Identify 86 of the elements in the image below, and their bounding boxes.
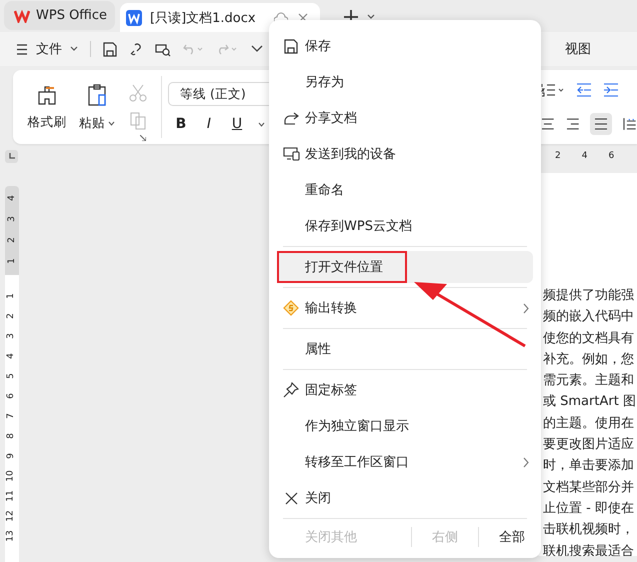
menu-footer-button[interactable]: 全部 xyxy=(499,528,525,546)
decrease-indent-icon[interactable] xyxy=(576,83,592,97)
ribbon-tab[interactable]: 视图 xyxy=(565,40,591,58)
document-text-line: 或 SmartArt 图 xyxy=(543,393,636,412)
italic-button[interactable]: I xyxy=(202,116,216,132)
dialog-launcher-icon[interactable] xyxy=(140,135,146,141)
document-text-line: 止位置 - 即使在 xyxy=(543,500,634,518)
numbered-list-icon[interactable] xyxy=(541,83,565,97)
document-text-line: 击联机视频时， xyxy=(543,521,634,540)
chevron-down-icon xyxy=(70,46,78,52)
increase-indent-icon[interactable] xyxy=(603,83,619,97)
clipboard-icon xyxy=(86,82,108,106)
document-text-line: 的主题。使用在 xyxy=(543,414,634,433)
document-app-icon xyxy=(126,10,142,26)
ruler-number: 6 xyxy=(5,393,17,399)
align-right-icon[interactable] xyxy=(566,118,580,130)
ruler-number: 5 xyxy=(5,373,17,379)
document-text-line: 需元素。主题和 xyxy=(543,372,634,390)
ruler-number: 1 xyxy=(5,293,17,299)
ruler-number: 12 xyxy=(5,510,17,522)
ruler-number: 1 xyxy=(6,258,18,264)
ruler-number: 10 xyxy=(5,470,17,482)
devices-icon xyxy=(282,147,300,161)
ruler-number: 13 xyxy=(5,530,17,542)
chevron-down-icon xyxy=(108,120,115,126)
menu-item[interactable]: 属性 xyxy=(277,331,533,367)
save-icon xyxy=(284,38,298,54)
underline-button[interactable]: U xyxy=(230,116,244,132)
menu-item[interactable]: 发送到我的设备 xyxy=(277,136,533,172)
menu-item[interactable]: 输出转换 xyxy=(277,290,533,326)
ruler-number: 4 xyxy=(5,353,17,359)
menu-item[interactable]: 转移至工作区窗口 xyxy=(277,444,533,480)
document-text-line: 频提供了功能强 xyxy=(543,287,634,305)
justify-icon xyxy=(594,118,608,130)
ruler-number: 3 xyxy=(5,333,17,339)
document-text-line: 文档某些部分并 xyxy=(543,478,634,497)
save-icon[interactable] xyxy=(103,42,117,56)
document-text-line: 补充。例如，您 xyxy=(543,350,634,369)
chevron-right-icon xyxy=(523,302,529,314)
distributed-align-icon[interactable] xyxy=(623,117,637,131)
brush-icon xyxy=(36,84,58,106)
chevron-down-icon[interactable] xyxy=(258,122,265,126)
pin-icon xyxy=(283,382,299,398)
chevron-down-icon[interactable] xyxy=(251,45,263,53)
format-painter-button[interactable]: 格式刷 xyxy=(27,84,67,130)
chevron-down-icon[interactable] xyxy=(367,14,375,20)
menu-item[interactable]: 重命名 xyxy=(277,172,533,208)
link-icon[interactable] xyxy=(129,42,143,56)
tab-stop-icon xyxy=(8,153,14,159)
menu-item[interactable]: 固定标签 xyxy=(277,372,533,408)
close-icon xyxy=(284,492,298,504)
ruler-number: 4 xyxy=(6,195,18,201)
print-preview-icon[interactable] xyxy=(155,42,171,56)
paste-label: 粘贴 xyxy=(79,114,105,132)
document-tab[interactable]: [只读]文档1.docx xyxy=(120,3,320,32)
menu-item[interactable]: 作为独立窗口显示 xyxy=(277,408,533,444)
badge-icon xyxy=(283,300,299,316)
justify-button[interactable] xyxy=(590,113,612,135)
ruler-number: 9 xyxy=(5,453,17,459)
menu-icon xyxy=(16,44,28,54)
document-text-line: 时，单击要添加 xyxy=(543,457,634,476)
paste-button[interactable]: 粘贴 xyxy=(77,82,117,132)
ruler-number: 4 xyxy=(582,151,588,161)
menu-item[interactable]: 关闭 xyxy=(277,480,533,516)
document-text-line: 频的嵌入代码中 xyxy=(543,308,634,326)
share-icon xyxy=(283,112,299,124)
ruler-number: 2 xyxy=(5,313,17,319)
ruler-number: 3 xyxy=(6,216,18,222)
ruler-number: 6 xyxy=(608,151,614,161)
home-tab[interactable]: WPS Office xyxy=(4,1,115,30)
menu-item[interactable]: 打开文件位置 xyxy=(277,251,533,283)
ruler-number: 8 xyxy=(5,433,17,439)
bold-button[interactable]: B xyxy=(174,116,188,132)
document-text-line: 联机搜索最适合 xyxy=(543,542,634,556)
align-center-icon[interactable] xyxy=(541,118,555,130)
menu-item[interactable]: 保存到WPS云文档 xyxy=(277,208,533,244)
logo-icon xyxy=(14,8,30,22)
chevron-right-icon xyxy=(523,456,529,468)
ruler-number: 7 xyxy=(5,413,17,419)
document-text-line: 使您的文档具有 xyxy=(543,330,634,348)
ruler-number: 2 xyxy=(6,237,18,243)
tab-stop-button[interactable] xyxy=(5,150,18,162)
ruler-number: 2 xyxy=(555,151,561,161)
file-menu-button[interactable]: 文件 xyxy=(16,40,78,58)
document-text-line: 要更改图片适应 xyxy=(543,436,634,454)
ruler-number: 11 xyxy=(5,490,17,502)
